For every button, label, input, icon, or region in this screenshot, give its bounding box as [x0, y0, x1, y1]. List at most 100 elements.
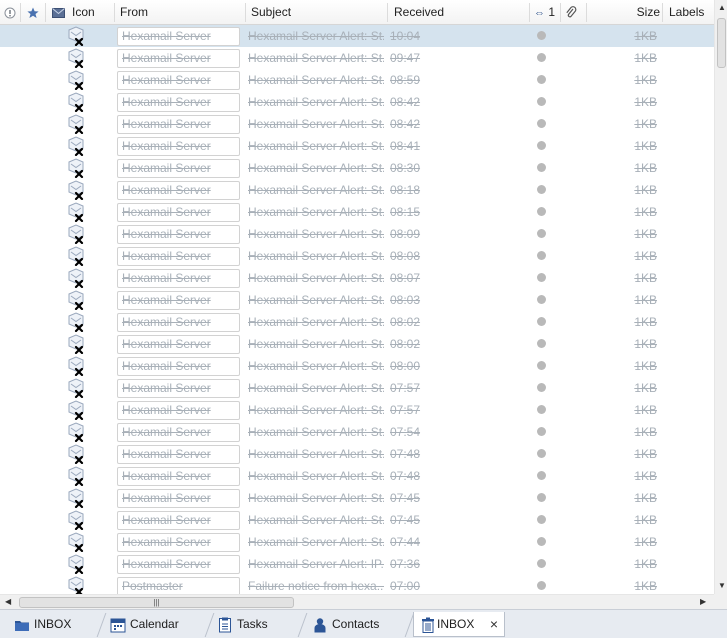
unread-dot-icon[interactable] — [537, 31, 546, 40]
unread-dot-icon[interactable] — [537, 383, 546, 392]
table-row[interactable]: Hexamail Server Hexamail Server Alert: St… — [0, 421, 714, 443]
scroll-left-arrow-icon[interactable]: ◀ — [5, 597, 11, 607]
tab-inbox-trash[interactable]: INBOX × — [413, 612, 505, 637]
table-row[interactable]: Hexamail Server Hexamail Server Alert: St… — [0, 245, 714, 267]
table-row[interactable]: Hexamail Server Hexamail Server Alert: St… — [0, 443, 714, 465]
unread-dot-icon[interactable] — [537, 75, 546, 84]
unread-dot-icon[interactable] — [537, 405, 546, 414]
from-cell[interactable]: Hexamail Server — [117, 511, 240, 530]
from-cell[interactable]: Hexamail Server — [117, 181, 240, 200]
flag-column-header[interactable] — [27, 0, 41, 25]
table-row[interactable]: Hexamail Server Hexamail Server Alert: St… — [0, 201, 714, 223]
table-row[interactable]: Hexamail Server Hexamail Server Alert: St… — [0, 157, 714, 179]
table-row[interactable]: Hexamail Server Hexamail Server Alert: St… — [0, 377, 714, 399]
from-cell[interactable]: Hexamail Server — [117, 93, 240, 112]
table-row[interactable]: Hexamail Server Hexamail Server Alert: IP… — [0, 553, 714, 575]
table-row[interactable]: Hexamail Server Hexamail Server Alert: St… — [0, 47, 714, 69]
unread-dot-icon[interactable] — [537, 251, 546, 260]
unread-dot-icon[interactable] — [537, 515, 546, 524]
table-row[interactable]: Hexamail Server Hexamail Server Alert: St… — [0, 355, 714, 377]
unread-dot-icon[interactable] — [537, 97, 546, 106]
unread-dot-icon[interactable] — [537, 119, 546, 128]
from-cell[interactable]: Hexamail Server — [117, 225, 240, 244]
from-cell[interactable]: Hexamail Server — [117, 137, 240, 156]
unread-dot-icon[interactable] — [537, 493, 546, 502]
unread-dot-icon[interactable] — [537, 581, 546, 590]
table-row[interactable]: Hexamail Server Hexamail Server Alert: St… — [0, 135, 714, 157]
unread-dot-icon[interactable] — [537, 295, 546, 304]
from-cell[interactable]: Hexamail Server — [117, 49, 240, 68]
table-row[interactable]: Hexamail Server Hexamail Server Alert: St… — [0, 69, 714, 91]
table-row[interactable]: Hexamail Server Hexamail Server Alert: St… — [0, 179, 714, 201]
from-cell[interactable]: Hexamail Server — [117, 313, 240, 332]
from-column-header[interactable]: From — [120, 0, 240, 25]
from-cell[interactable]: Hexamail Server — [117, 489, 240, 508]
table-row[interactable]: Hexamail Server Hexamail Server Alert: St… — [0, 531, 714, 553]
unread-dot-icon[interactable] — [537, 53, 546, 62]
table-row[interactable]: Hexamail Server Hexamail Server Alert: St… — [0, 25, 714, 47]
unread-dot-icon[interactable] — [537, 361, 546, 370]
close-tab-icon[interactable]: × — [490, 612, 498, 637]
from-cell[interactable]: Hexamail Server — [117, 445, 240, 464]
icon-column-header[interactable]: Icon — [72, 0, 112, 25]
scroll-right-arrow-icon[interactable]: ▶ — [700, 597, 706, 607]
from-cell[interactable]: Hexamail Server — [117, 159, 240, 178]
table-row[interactable]: Hexamail Server Hexamail Server Alert: St… — [0, 267, 714, 289]
unread-dot-icon[interactable] — [537, 141, 546, 150]
size-column-header[interactable]: Size — [630, 0, 660, 25]
unread-dot-icon[interactable] — [537, 317, 546, 326]
scroll-down-arrow-icon[interactable]: ▼ — [718, 581, 726, 591]
from-cell[interactable]: Hexamail Server — [117, 71, 240, 90]
from-cell[interactable]: Hexamail Server — [117, 533, 240, 552]
horizontal-scroll-thumb[interactable]: ||| — [19, 597, 294, 608]
unread-dot-icon[interactable] — [537, 559, 546, 568]
table-row[interactable]: Hexamail Server Hexamail Server Alert: St… — [0, 311, 714, 333]
from-cell[interactable]: Hexamail Server — [117, 247, 240, 266]
attachment-column-header[interactable] — [565, 0, 581, 25]
unread-dot-icon[interactable] — [537, 537, 546, 546]
unread-dot-icon[interactable] — [537, 163, 546, 172]
table-row[interactable]: Hexamail Server Hexamail Server Alert: St… — [0, 333, 714, 355]
tab-calendar[interactable]: Calendar — [110, 612, 205, 637]
read-column-header[interactable] — [52, 0, 66, 25]
unread-dot-icon[interactable] — [537, 449, 546, 458]
from-cell[interactable]: Hexamail Server — [117, 467, 240, 486]
from-cell[interactable]: Hexamail Server — [117, 335, 240, 354]
vertical-scrollbar[interactable]: ▲ ▼ — [714, 0, 727, 594]
unread-dot-icon[interactable] — [537, 207, 546, 216]
table-row[interactable]: Hexamail Server Hexamail Server Alert: St… — [0, 223, 714, 245]
tab-inbox[interactable]: INBOX — [14, 612, 100, 637]
table-row[interactable]: Hexamail Server Hexamail Server Alert: St… — [0, 91, 714, 113]
labels-column-header[interactable]: Labels — [669, 0, 714, 25]
from-cell[interactable]: Hexamail Server — [117, 291, 240, 310]
from-cell[interactable]: Hexamail Server — [117, 269, 240, 288]
table-row[interactable]: Hexamail Server Hexamail Server Alert: St… — [0, 289, 714, 311]
from-cell[interactable]: Postmaster — [117, 577, 240, 594]
table-row[interactable]: Hexamail Server Hexamail Server Alert: St… — [0, 113, 714, 135]
unread-dot-icon[interactable] — [537, 273, 546, 282]
table-row[interactable]: Hexamail Server Hexamail Server Alert: St… — [0, 509, 714, 531]
tab-contacts[interactable]: Contacts — [312, 612, 407, 637]
from-cell[interactable]: Hexamail Server — [117, 423, 240, 442]
unread-dot-icon[interactable] — [537, 427, 546, 436]
vertical-scroll-thumb[interactable] — [717, 18, 726, 68]
subject-column-header[interactable]: Subject — [251, 0, 381, 25]
from-cell[interactable]: Hexamail Server — [117, 357, 240, 376]
priority-column-header[interactable] — [4, 0, 18, 25]
thread-column-header[interactable]: ⇔ 1 — [534, 0, 558, 25]
from-cell[interactable]: Hexamail Server — [117, 401, 240, 420]
table-row[interactable]: Hexamail Server Hexamail Server Alert: St… — [0, 487, 714, 509]
from-cell[interactable]: Hexamail Server — [117, 555, 240, 574]
unread-dot-icon[interactable] — [537, 229, 546, 238]
scroll-up-arrow-icon[interactable]: ▲ — [718, 3, 726, 13]
table-row[interactable]: Hexamail Server Hexamail Server Alert: St… — [0, 465, 714, 487]
table-row[interactable]: Postmaster Failure notice from hexa... 07:… — [0, 575, 714, 594]
from-cell[interactable]: Hexamail Server — [117, 379, 240, 398]
from-cell[interactable]: Hexamail Server — [117, 27, 240, 46]
from-cell[interactable]: Hexamail Server — [117, 115, 240, 134]
table-row[interactable]: Hexamail Server Hexamail Server Alert: St… — [0, 399, 714, 421]
unread-dot-icon[interactable] — [537, 185, 546, 194]
from-cell[interactable]: Hexamail Server — [117, 203, 240, 222]
horizontal-scrollbar[interactable]: ◀ ||| ▶ — [0, 594, 714, 609]
unread-dot-icon[interactable] — [537, 471, 546, 480]
